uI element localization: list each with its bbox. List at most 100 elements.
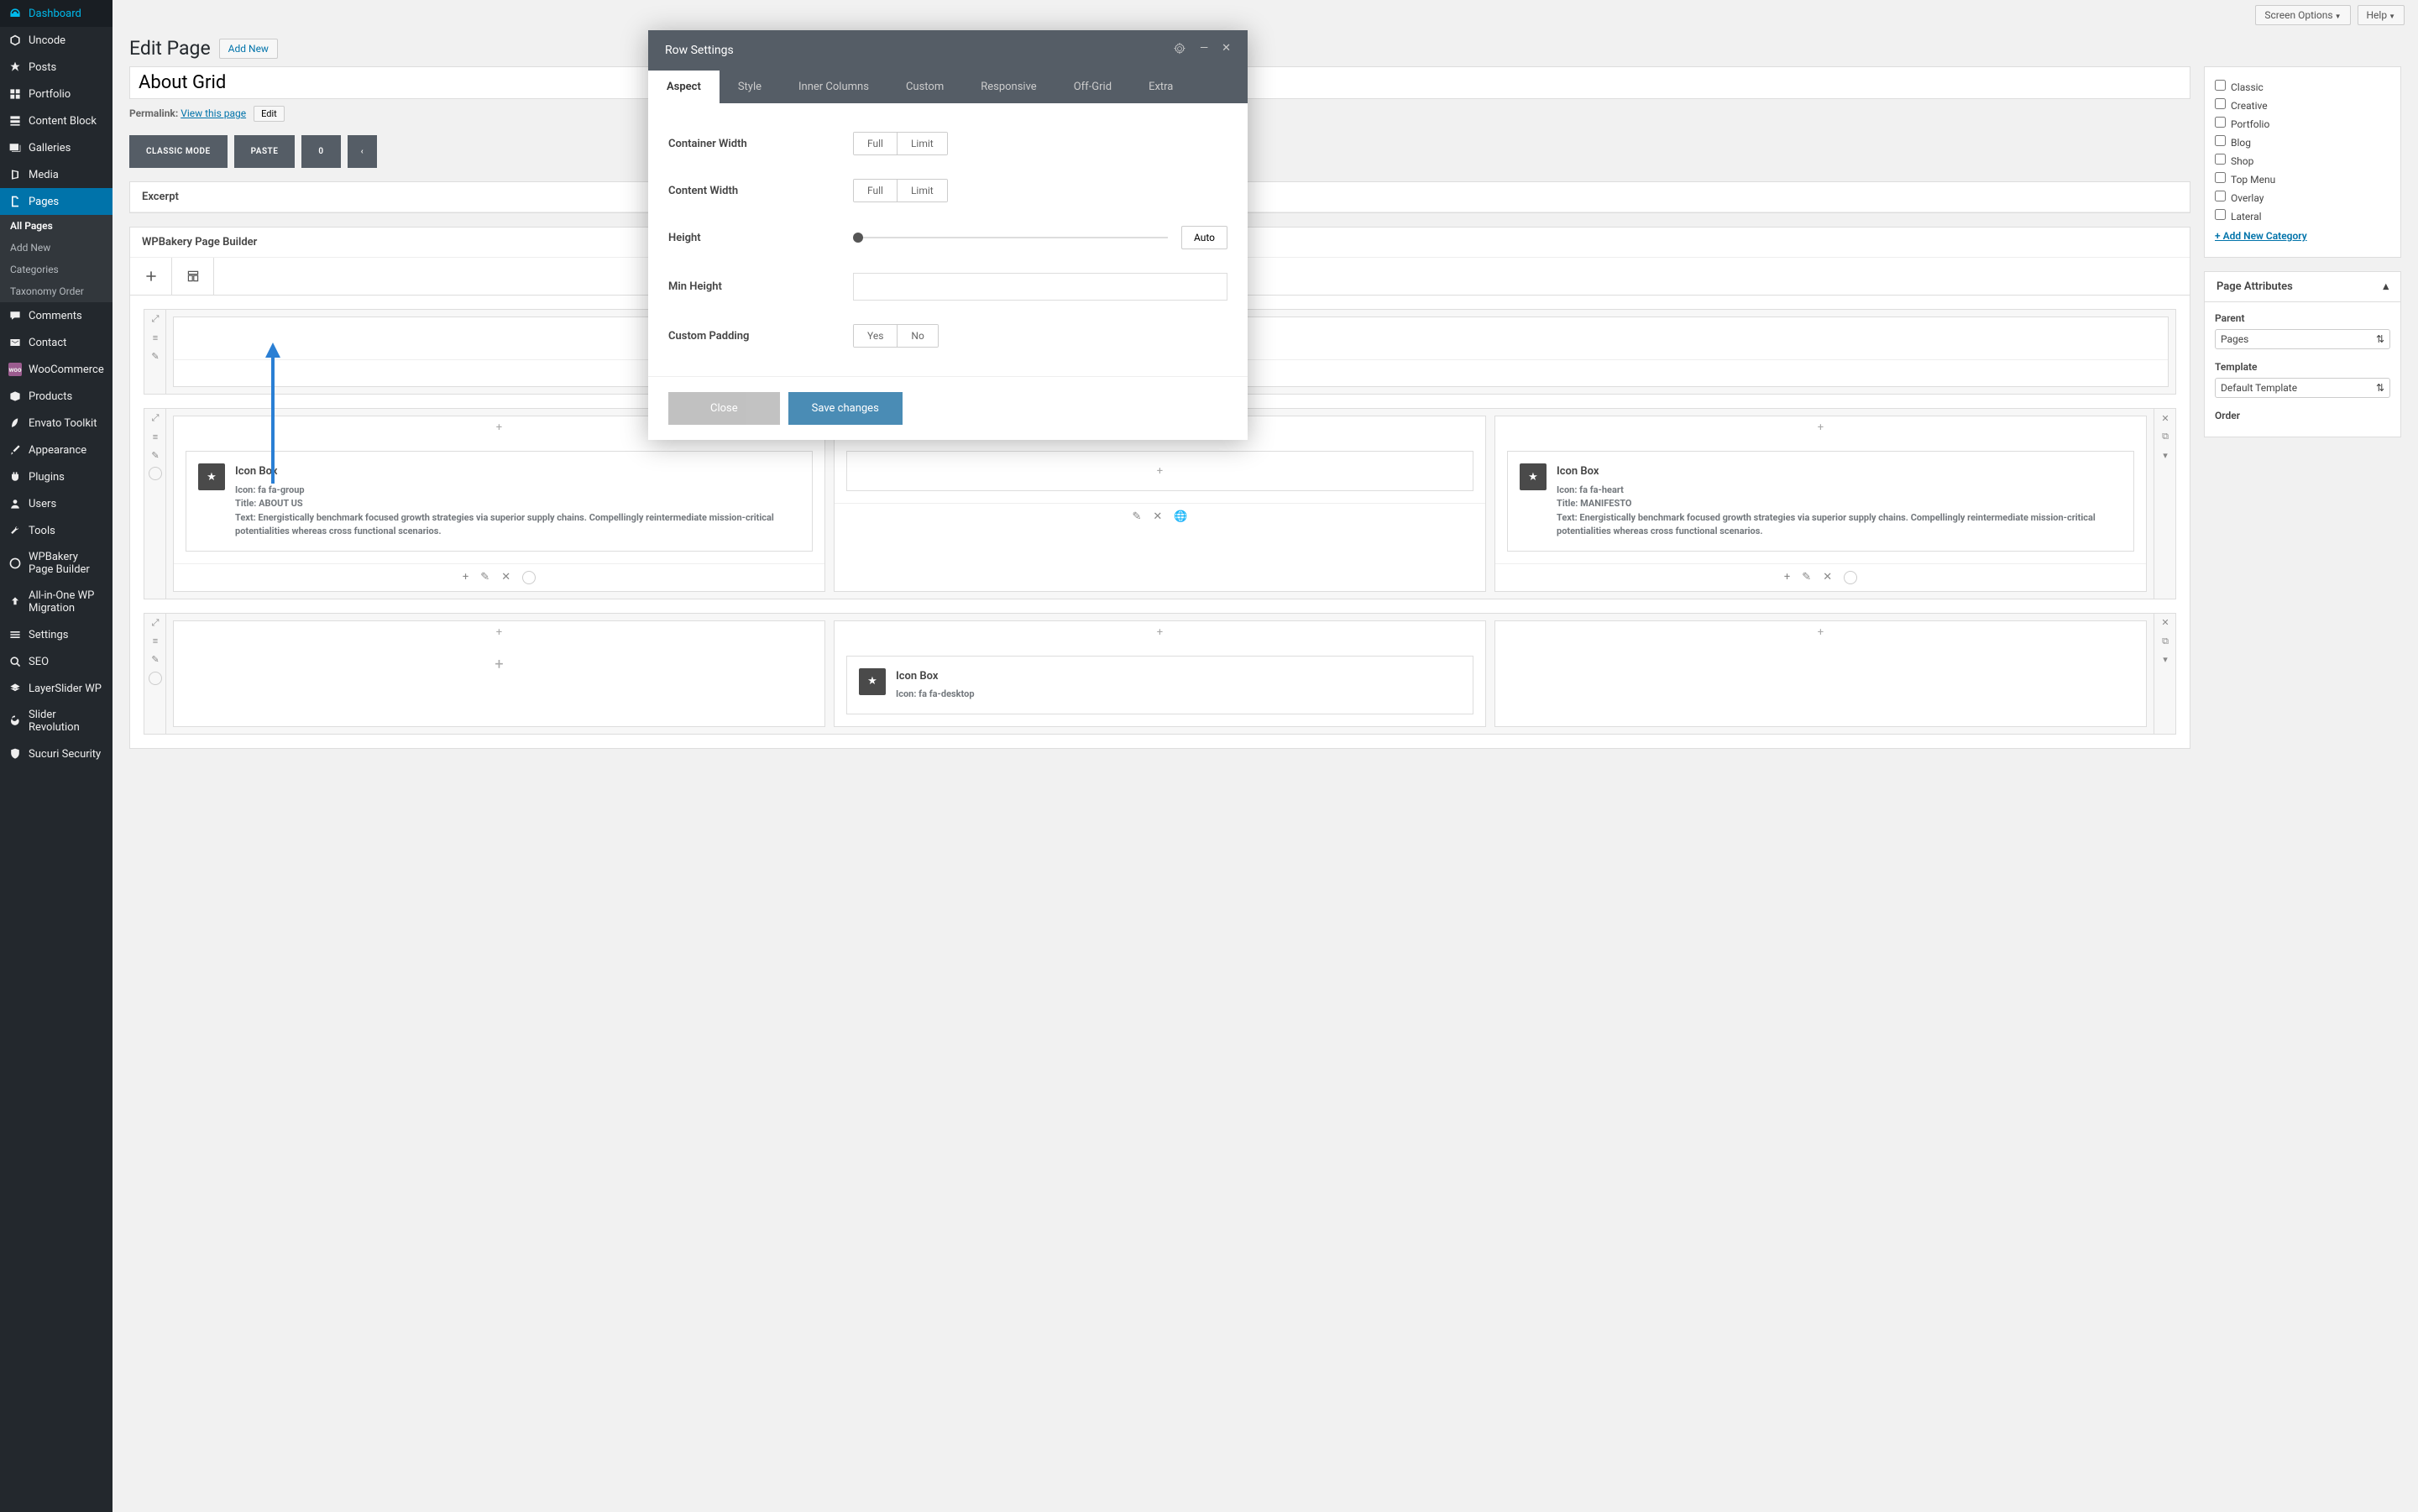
height-slider[interactable] xyxy=(853,237,1168,238)
close-icon[interactable]: ✕ xyxy=(2154,409,2176,427)
sidebar-item-sliderrev[interactable]: Slider Revolution xyxy=(0,702,113,740)
empty-widget[interactable]: + xyxy=(846,451,1473,491)
sidebar-sub-allpages[interactable]: All Pages xyxy=(0,215,113,237)
close-icon[interactable]: ✕ xyxy=(501,571,510,583)
pencil-icon[interactable]: ✎ xyxy=(1802,571,1811,583)
sidebar-item-migration[interactable]: All-in-One WP Migration xyxy=(0,583,113,621)
sidebar-sub-categories[interactable]: Categories xyxy=(0,259,113,280)
chevron-left-button[interactable]: ‹ xyxy=(348,135,378,168)
permalink-link[interactable]: View this page xyxy=(181,107,246,119)
icon-box-widget[interactable]: ★ Icon Box Icon: fa fa-heart Title: MANI… xyxy=(1507,451,2134,552)
close-icon[interactable]: ✕ xyxy=(1153,510,1162,523)
zero-button[interactable]: 0 xyxy=(301,135,340,168)
help-button[interactable]: Help xyxy=(2358,5,2405,25)
plus-icon[interactable]: + xyxy=(1784,571,1790,583)
chevron-down-icon[interactable]: ▾ xyxy=(2154,651,2176,669)
category-checkbox[interactable]: Shop xyxy=(2215,151,2390,170)
plus-icon[interactable]: + xyxy=(463,571,468,583)
sidebar-item-contact[interactable]: Contact xyxy=(0,329,113,356)
sidebar-item-seo[interactable]: SEO xyxy=(0,648,113,675)
category-checkbox[interactable]: Classic xyxy=(2215,77,2390,96)
circle-icon[interactable] xyxy=(144,464,166,483)
tab-extra[interactable]: Extra xyxy=(1130,71,1191,103)
full-option[interactable]: Full xyxy=(854,180,897,201)
tab-offgrid[interactable]: Off-Grid xyxy=(1055,71,1130,103)
limit-option[interactable]: Limit xyxy=(897,133,947,154)
add-category-link[interactable]: + Add New Category xyxy=(2215,225,2307,247)
expand-icon[interactable]: ⤢ xyxy=(144,409,166,427)
columns-icon[interactable]: ≡ xyxy=(144,632,166,651)
sidebar-item-products[interactable]: Products xyxy=(0,383,113,410)
tab-inner-columns[interactable]: Inner Columns xyxy=(780,71,887,103)
sidebar-item-users[interactable]: Users xyxy=(0,490,113,517)
auto-button[interactable]: Auto xyxy=(1181,226,1227,249)
template-button[interactable] xyxy=(172,258,214,295)
copy-icon[interactable]: ⧉ xyxy=(2154,632,2176,651)
expand-icon[interactable]: ⤢ xyxy=(144,614,166,632)
add-content-icon[interactable]: + xyxy=(174,621,824,644)
sidebar-item-appearance[interactable]: Appearance xyxy=(0,437,113,463)
sidebar-item-settings[interactable]: Settings xyxy=(0,621,113,648)
category-checkbox[interactable]: Overlay xyxy=(2215,188,2390,207)
sidebar-item-wpbakery[interactable]: WPBakery Page Builder xyxy=(0,544,113,583)
screen-options-button[interactable]: Screen Options xyxy=(2255,5,2350,25)
template-select[interactable]: Default Template⇅ xyxy=(2215,378,2390,398)
add-content-icon[interactable]: + xyxy=(1495,621,2146,644)
category-checkbox[interactable]: Lateral xyxy=(2215,207,2390,225)
tab-aspect[interactable]: Aspect xyxy=(648,71,720,103)
sidebar-item-posts[interactable]: Posts xyxy=(0,54,113,81)
full-option[interactable]: Full xyxy=(854,133,897,154)
sidebar-item-sucuri[interactable]: Sucuri Security xyxy=(0,740,113,767)
paste-button[interactable]: PASTE xyxy=(234,135,296,168)
add-content-icon[interactable]: + xyxy=(1495,416,2146,439)
close-icon[interactable]: ✕ xyxy=(1823,571,1832,583)
yes-option[interactable]: Yes xyxy=(854,325,897,347)
parent-select[interactable]: Pages⇅ xyxy=(2215,329,2390,349)
pencil-icon[interactable]: ✎ xyxy=(144,347,166,365)
icon-box-widget[interactable]: ★ Icon Box Icon: fa fa-desktop xyxy=(846,656,1473,714)
add-content-icon[interactable]: + xyxy=(835,621,1485,644)
close-button[interactable]: Close xyxy=(668,392,780,425)
circle-icon[interactable] xyxy=(522,571,536,584)
close-icon[interactable]: ✕ xyxy=(2154,614,2176,632)
circle-icon[interactable] xyxy=(1844,571,1857,584)
min-height-input[interactable] xyxy=(853,273,1227,301)
edit-permalink-button[interactable]: Edit xyxy=(254,106,285,122)
sidebar-item-layerslider[interactable]: LayerSlider WP xyxy=(0,675,113,702)
category-checkbox[interactable]: Portfolio xyxy=(2215,114,2390,133)
gear-icon[interactable] xyxy=(1173,42,1186,59)
minimize-icon[interactable]: — xyxy=(1200,42,1208,59)
expand-icon[interactable]: ⤢ xyxy=(144,310,166,328)
tab-responsive[interactable]: Responsive xyxy=(962,71,1055,103)
sidebar-item-plugins[interactable]: Plugins xyxy=(0,463,113,490)
copy-icon[interactable]: ⧉ xyxy=(2154,427,2176,446)
icon-box-widget[interactable]: ★ Icon Box Icon: fa fa-group Title: ABOU… xyxy=(186,451,813,552)
classic-mode-button[interactable]: CLASSIC MODE xyxy=(129,135,228,168)
sidebar-item-tools[interactable]: Tools xyxy=(0,517,113,544)
no-option[interactable]: No xyxy=(897,325,937,347)
category-checkbox[interactable]: Blog xyxy=(2215,133,2390,151)
sidebar-item-contentblock[interactable]: Content Block xyxy=(0,107,113,134)
sidebar-item-portfolio[interactable]: Portfolio xyxy=(0,81,113,107)
pencil-icon[interactable]: ✎ xyxy=(144,446,166,464)
sidebar-item-galleries[interactable]: Galleries xyxy=(0,134,113,161)
sidebar-item-pages[interactable]: Pages xyxy=(0,188,113,215)
pencil-icon[interactable]: ✎ xyxy=(480,571,489,583)
sidebar-item-envato[interactable]: Envato Toolkit xyxy=(0,410,113,437)
collapse-icon[interactable]: ▴ xyxy=(2383,280,2389,293)
sidebar-item-uncode[interactable]: Uncode xyxy=(0,27,113,54)
sidebar-item-dashboard[interactable]: Dashboard xyxy=(0,0,113,27)
sidebar-item-woo[interactable]: wooWooCommerce xyxy=(0,356,113,383)
save-button[interactable]: Save changes xyxy=(788,392,903,425)
add-element-button[interactable] xyxy=(130,258,172,295)
add-content-icon[interactable]: + xyxy=(174,644,824,686)
sidebar-sub-addnew[interactable]: Add New xyxy=(0,237,113,259)
tab-custom[interactable]: Custom xyxy=(887,71,962,103)
sidebar-sub-taxorder[interactable]: Taxonomy Order xyxy=(0,280,113,302)
chevron-down-icon[interactable]: ▾ xyxy=(2154,446,2176,464)
sidebar-item-comments[interactable]: Comments xyxy=(0,302,113,329)
close-icon[interactable]: ✕ xyxy=(1222,42,1231,59)
columns-icon[interactable]: ≡ xyxy=(144,328,166,347)
globe-icon[interactable]: 🌐 xyxy=(1174,510,1187,523)
category-checkbox[interactable]: Top Menu xyxy=(2215,170,2390,188)
